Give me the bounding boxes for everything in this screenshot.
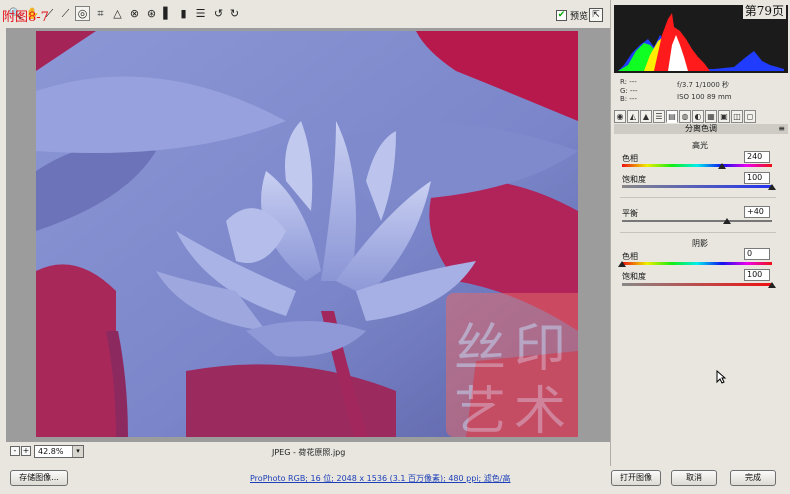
rotate-right-icon[interactable]: ↻	[227, 6, 242, 21]
divider	[620, 197, 776, 198]
image-canvas[interactable]: 丝 印 艺 术	[6, 28, 610, 442]
highlights-heading: 高光	[692, 141, 708, 150]
panel-tabs: ◉ ◭ ▲ ☰ ▤ ◍ ◐ ▦ ▣ ◫ ◻	[614, 110, 788, 124]
done-button[interactable]: 完成	[730, 470, 776, 486]
highlights-saturation-field[interactable]: 100	[744, 172, 770, 184]
highlights-saturation-label: 饱和度	[622, 175, 646, 184]
panel-tab-2[interactable]: ▲	[640, 110, 652, 123]
rotate-left-icon[interactable]: ↺	[211, 6, 226, 21]
panel-menu-icon[interactable]: ≡	[778, 124, 785, 134]
panel-tab-3[interactable]: ☰	[653, 110, 665, 123]
iso-focal: ISO 100 89 mm	[677, 93, 732, 101]
shadows-hue-slider-thumb[interactable]	[618, 261, 626, 267]
panel-tab-1[interactable]: ◭	[627, 110, 639, 123]
highlights-saturation-slider-track[interactable]	[622, 185, 772, 188]
spot-removal-icon[interactable]: ⊗	[127, 6, 142, 21]
panel-tab-0[interactable]: ◉	[614, 110, 626, 123]
target-adjust-icon[interactable]: ◎	[75, 6, 90, 21]
section-title-text: 分离色调	[685, 124, 717, 133]
section-title: 分离色调 ≡	[614, 124, 788, 134]
panel-tab-5[interactable]: ◍	[679, 110, 691, 123]
adjustment-panel: 第79页 R: --- G: --- B: --- f/3.7 1/1000 秒…	[610, 0, 790, 466]
save-image-button[interactable]: 存储图像...	[10, 470, 68, 486]
fullscreen-toggle-icon[interactable]: ⇱	[589, 8, 603, 22]
brush-icon[interactable]: ▌	[160, 6, 175, 21]
shadows-hue-slider-track[interactable]	[622, 262, 772, 265]
figure-label: 附图8-7	[2, 10, 49, 25]
svg-text:艺: 艺	[454, 382, 506, 437]
crop-icon[interactable]: ⌗	[93, 6, 108, 21]
readout-area: R: --- G: --- B: --- f/3.7 1/1000 秒 ISO …	[617, 78, 785, 104]
straighten-icon[interactable]: △	[110, 6, 125, 21]
panel-tab-4[interactable]: ▤	[666, 110, 678, 123]
zoom-bar: - + 42.8% ▾ JPEG - 荷花原照.jpg	[6, 443, 610, 460]
highlights-hue-field[interactable]: 240	[744, 151, 770, 163]
highlights-hue-slider-track[interactable]	[622, 164, 772, 167]
shadows-saturation-label: 饱和度	[622, 272, 646, 281]
bottom-bar: 存储图像... ProPhoto RGB; 16 位; 2048 x 1536 …	[0, 466, 790, 494]
cancel-button[interactable]: 取消	[671, 470, 717, 486]
green-readout: G: ---	[620, 86, 638, 95]
panel-tab-10[interactable]: ◻	[744, 110, 756, 123]
preview-checkbox[interactable]: ✔ 预览	[556, 9, 588, 22]
file-name: JPEG - 荷花原照.jpg	[272, 448, 346, 457]
photo-preview: 丝 印 艺 术	[36, 31, 578, 437]
shadows-saturation-slider-thumb[interactable]	[768, 282, 776, 288]
shadows-saturation-field[interactable]: 100	[744, 269, 770, 281]
workflow-options-link[interactable]: ProPhoto RGB; 16 位; 2048 x 1536 (3.1 百万像…	[250, 473, 510, 484]
toolbar: 🔍 ✋ ⟋ ⟋ ◎ ⌗ △ ⊗ ⊛ ▌ ▮ ☰ ↺ ↻ ✔ 预览 ⇱	[0, 0, 610, 28]
highlights-saturation-slider-thumb[interactable]	[768, 184, 776, 190]
panel-tab-6[interactable]: ◐	[692, 110, 704, 123]
color-sampler-icon[interactable]: ⟋	[58, 6, 73, 21]
divider	[620, 232, 776, 233]
panel-tab-7[interactable]: ▦	[705, 110, 717, 123]
preview-label: 预览	[570, 12, 589, 22]
panel-tab-8[interactable]: ▣	[718, 110, 730, 123]
svg-text:印: 印	[514, 319, 566, 379]
zoom-in-button[interactable]: +	[21, 446, 31, 456]
panel-tab-9[interactable]: ◫	[731, 110, 743, 123]
open-image-button[interactable]: 打开图像	[611, 470, 661, 486]
svg-text:丝: 丝	[454, 319, 506, 379]
balance-slider-track[interactable]	[622, 220, 772, 222]
zoom-out-button[interactable]: -	[10, 446, 20, 456]
red-readout: R: ---	[620, 78, 637, 86]
balance-slider-thumb[interactable]	[723, 218, 731, 224]
red-eye-icon[interactable]: ⊛	[144, 6, 159, 21]
shadows-saturation-slider-track[interactable]	[622, 283, 772, 286]
checkbox-icon[interactable]: ✔	[556, 10, 567, 21]
blue-readout: B: ---	[620, 95, 637, 103]
lotus-photo: 丝 印 艺 术	[36, 31, 578, 437]
mouse-cursor-icon	[716, 370, 726, 384]
aperture-shutter: f/3.7 1/1000 秒	[677, 81, 730, 89]
balance-field[interactable]: +40	[744, 206, 770, 218]
svg-text:术: 术	[514, 382, 566, 437]
preferences-icon[interactable]: ☰	[193, 6, 208, 21]
gradient-icon[interactable]: ▮	[176, 6, 191, 21]
highlights-hue-label: 色相	[622, 154, 638, 163]
highlights-hue-slider-thumb[interactable]	[718, 163, 726, 169]
page-number: 第79页	[742, 2, 786, 19]
zoom-level-select[interactable]: 42.8% ▾	[34, 445, 84, 458]
zoom-level-value: 42.8%	[38, 447, 64, 456]
chevron-down-icon[interactable]: ▾	[72, 446, 83, 457]
balance-label: 平衡	[622, 209, 638, 218]
shadows-hue-field[interactable]: 0	[744, 248, 770, 260]
